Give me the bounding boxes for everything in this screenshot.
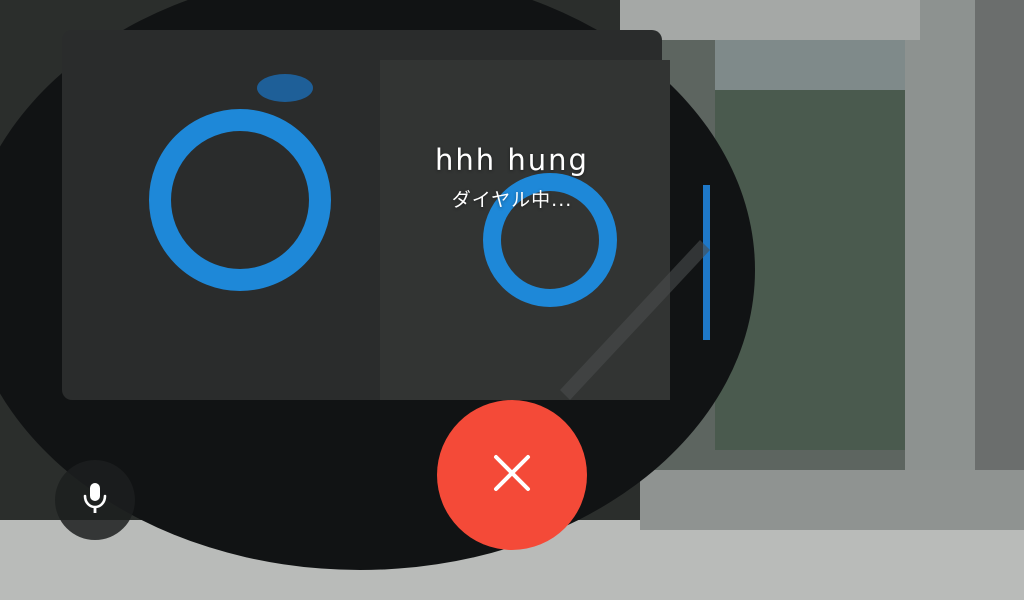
close-icon (492, 453, 532, 497)
end-call-button[interactable] (437, 400, 587, 550)
caller-name: hhh hung (435, 143, 589, 177)
caller-info: hhh hung ダイヤル中... (0, 140, 1024, 214)
microphone-icon (82, 481, 108, 519)
mute-microphone-button[interactable] (55, 460, 135, 540)
call-status: ダイヤル中... (451, 189, 573, 211)
